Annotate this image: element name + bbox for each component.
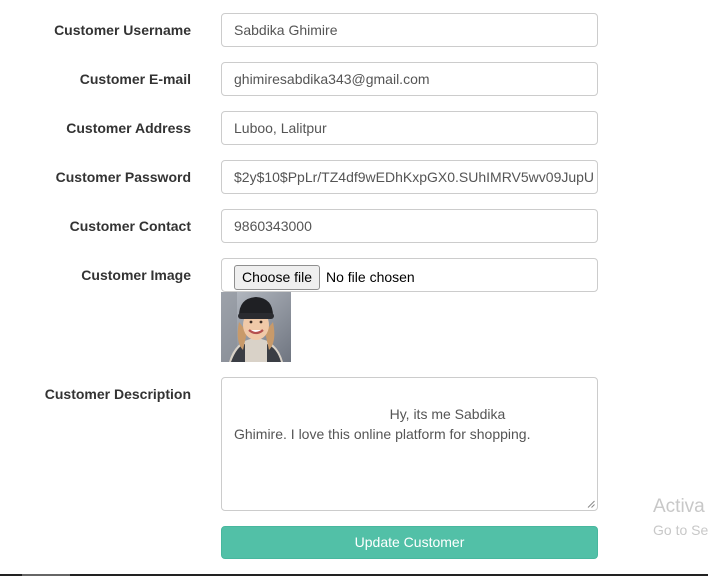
- watermark-line-2: Go to Se: [653, 522, 708, 538]
- username-input[interactable]: Sabdika Ghimire: [221, 13, 598, 47]
- file-status-text: No file chosen: [326, 269, 415, 285]
- password-input[interactable]: $2y$10$PpLr/TZ4df9wEDhKxpGX0.SUhIMRV5wv0…: [221, 160, 598, 194]
- image-file-input[interactable]: Choose file No file chosen: [221, 258, 598, 292]
- address-label: Customer Address: [66, 120, 191, 136]
- resize-grip-icon[interactable]: [587, 500, 595, 508]
- customer-photo: [221, 292, 291, 362]
- update-customer-button[interactable]: Update Customer: [221, 526, 598, 559]
- address-input[interactable]: Luboo, Lalitpur: [221, 111, 598, 145]
- description-label: Customer Description: [44, 386, 191, 402]
- watermark-line-1: Activa: [653, 496, 705, 517]
- description-text: Hy, its me Sabdika Ghimire. I love this …: [234, 406, 531, 442]
- choose-file-button[interactable]: Choose file: [234, 265, 321, 290]
- password-label: Customer Password: [55, 169, 191, 185]
- email-input[interactable]: ghimiresabdika343@gmail.com: [221, 62, 598, 96]
- description-textarea[interactable]: Hy, its me Sabdika Ghimire. I love this …: [221, 377, 598, 511]
- customer-avatar: [221, 292, 291, 362]
- activate-windows-watermark: Activa Go to Se: [653, 496, 708, 540]
- contact-input[interactable]: 9860343000: [221, 209, 598, 243]
- image-label: Customer Image: [81, 267, 191, 283]
- username-label: Customer Username: [54, 22, 191, 38]
- contact-label: Customer Contact: [69, 218, 191, 234]
- email-label: Customer E-mail: [79, 71, 191, 87]
